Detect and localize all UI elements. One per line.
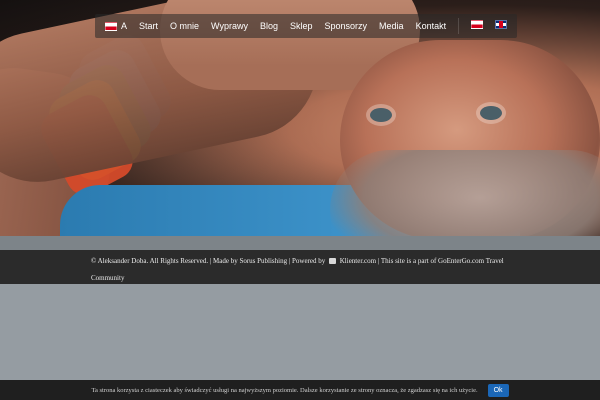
hero-eye-left [370,108,392,122]
hero-beard [330,150,600,236]
nav-item-o-mnie[interactable]: O mnie [170,14,199,38]
cookie-message: Ta strona korzysta z ciasteczek aby świa… [91,386,478,394]
nav-item-blog[interactable]: Blog [260,14,278,38]
klienter-link[interactable]: Klienter.com [340,257,376,265]
footer-text-part1: © Aleksander Doba. All Rights Reserved. … [91,257,327,265]
polish-flag-icon [105,21,117,31]
footer: © Aleksander Doba. All Rights Reserved. … [0,236,600,284]
cookie-bar: Ta strona korzysta z ciasteczek aby świa… [0,380,600,400]
nav-item-sponsorzy[interactable]: Sponsorzy [325,14,368,38]
nav-item-media[interactable]: Media [379,14,404,38]
hero-eye-right [480,106,502,120]
nav-home-label: A [121,21,128,31]
footer-text: © Aleksander Doba. All Rights Reserved. … [91,253,521,287]
footer-top-strip [0,236,600,250]
main-navigation: A Start O mnie Wyprawy Blog Sklep Sponso… [95,14,518,38]
nav-separator [458,18,460,34]
nav-item-sklep[interactable]: Sklep [290,14,313,38]
klienter-icon [329,258,336,264]
nav-home-link[interactable]: A [105,14,127,38]
cookie-ok-button[interactable]: Ok [487,383,509,397]
polish-flag-icon [471,20,484,29]
language-english-link[interactable] [495,14,508,38]
nav-item-wyprawy[interactable]: Wyprawy [211,14,248,38]
english-flag-icon [495,20,508,29]
nav-item-start[interactable]: Start [139,14,158,38]
language-polish-link[interactable] [471,14,484,38]
nav-item-kontakt[interactable]: Kontakt [416,14,447,38]
content-area [0,284,600,380]
